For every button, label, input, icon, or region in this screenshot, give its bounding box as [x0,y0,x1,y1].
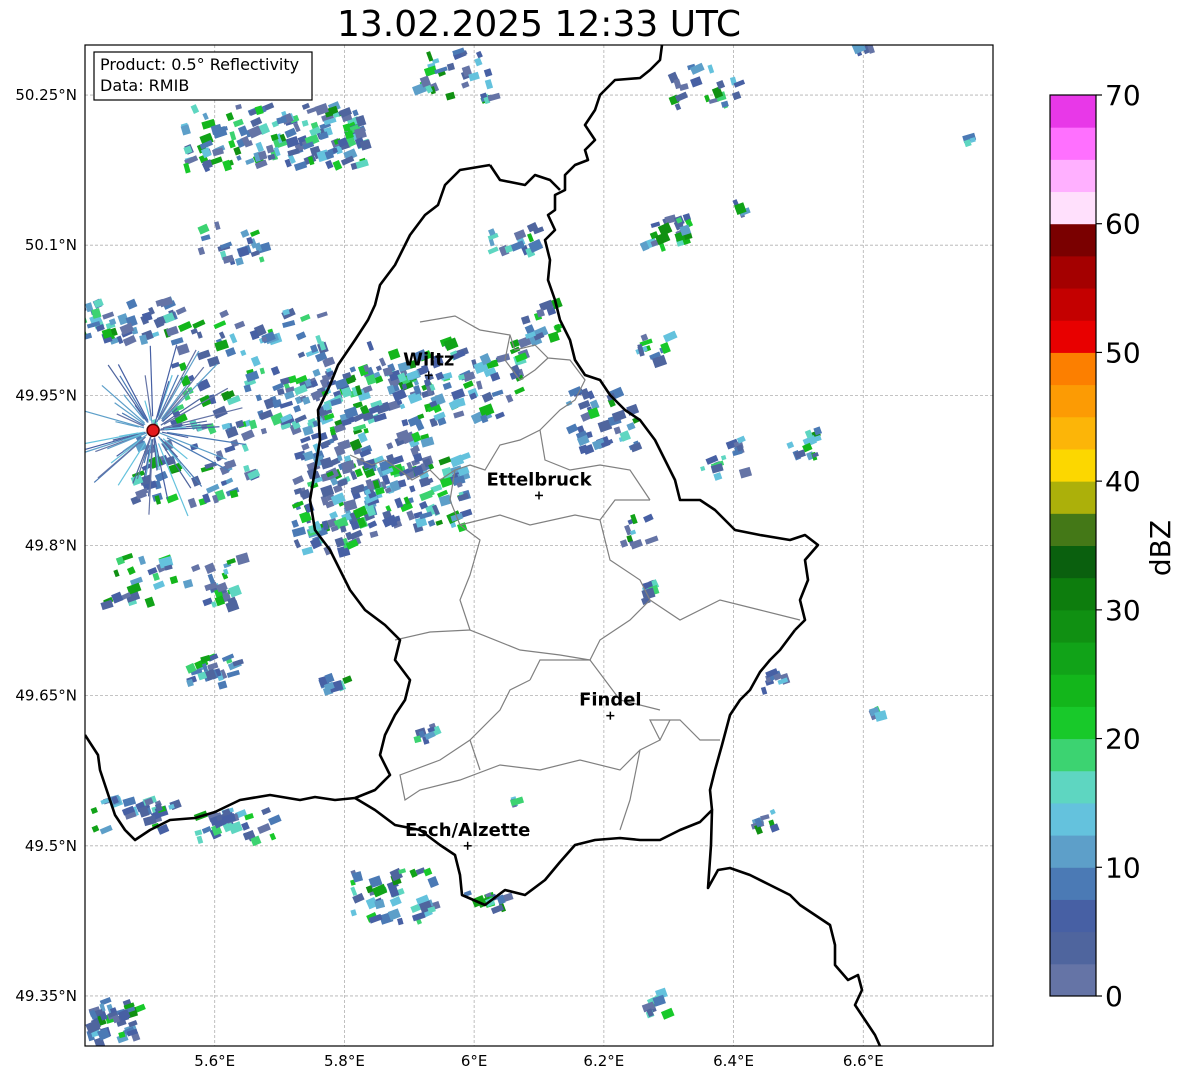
lat-tick-label: 49.5°N [25,837,77,855]
colorbar-bin [1050,931,1096,965]
colorbar-bin [1050,255,1096,289]
colorbar-bin [1050,127,1096,160]
lat-tick-label: 49.65°N [15,687,77,705]
colorbar-bin [1050,352,1096,386]
colorbar-ticks: 0 10 20 30 40 50 60 70 [1096,79,1141,1013]
colorbar-bin [1050,674,1096,707]
colorbar-tick-label: 40 [1105,465,1141,498]
colorbar-bin [1050,159,1096,193]
colorbar-bin [1050,223,1096,257]
info-product: Product: 0.5° Reflectivity [100,55,299,74]
colorbar-tick-label: 20 [1105,723,1141,756]
map-panel: Wiltz Ettelbruck Findel Esch/Alzette Produc… [15,44,994,1070]
radar-site-marker [146,423,160,438]
colorbar-bin [1050,802,1096,836]
lat-tick-label: 50.1°N [25,236,77,254]
city-label: Findel [579,690,642,711]
colorbar-tick-label: 70 [1105,79,1141,112]
echo-cell [73,304,81,315]
info-data-source: Data: RMIB [100,76,189,95]
colorbar-bin [1050,481,1096,514]
lon-tick-label: 5.8°E [324,1052,365,1070]
lon-tick-label: 6.4°E [713,1052,754,1070]
city-label: Wiltz [403,349,454,370]
colorbar-bin [1050,545,1096,579]
colorbar-bin [1050,963,1096,997]
lat-tick-label: 49.95°N [15,386,77,404]
colorbar-tick-label: 60 [1105,208,1141,241]
colorbar-bin [1050,770,1096,804]
colorbar-bin [1050,320,1096,353]
echo-cell [71,329,81,340]
city-label: Ettelbruck [486,469,592,490]
lon-tick-label: 5.6°E [194,1052,235,1070]
lat-tick-label: 49.8°N [25,537,77,555]
lon-tick-label: 6.6°E [843,1052,884,1070]
colorbar-bin [1050,384,1096,418]
colorbar-bin [1050,513,1096,546]
radar-figure: Wiltz Ettelbruck Findel Esch/Alzette Produc… [15,44,1177,1070]
colorbar-tick-label: 30 [1105,594,1141,627]
city-label: Esch/Alzette [405,820,530,841]
colorbar-bins [1050,95,1096,997]
lat-tick-label: 50.25°N [15,86,77,104]
info-box: Product: 0.5° Reflectivity Data: RMIB [93,51,313,101]
colorbar-bin [1050,448,1096,482]
colorbar-tick-label: 0 [1105,980,1123,1013]
lat-tick-label: 49.35°N [15,987,77,1005]
latitude-labels: 50.25°N 50.1°N 49.95°N 49.8°N 49.65°N 49.5°N 4… [15,86,77,1005]
colorbar-bin [1050,416,1096,450]
colorbar-tick-label: 10 [1105,851,1141,884]
colorbar-bin [1050,738,1096,772]
colorbar-label: dBZ [1144,520,1177,576]
colorbar-bin [1050,577,1096,611]
colorbar-bin [1050,609,1096,643]
colorbar-bin [1050,867,1096,900]
colorbar-bin [1050,899,1096,933]
colorbar-tick-label: 50 [1105,336,1141,369]
lon-tick-label: 6.2°E [583,1052,624,1070]
colorbar-bin [1050,642,1096,675]
longitude-labels: 5.6°E 5.8°E 6°E 6.2°E 6.4°E 6.6°E [194,1052,883,1070]
colorbar-bin [1050,95,1096,128]
colorbar-bin [1050,288,1096,321]
colorbar-bin [1050,191,1096,225]
colorbar-bin [1050,706,1096,740]
lon-tick-label: 6°E [461,1052,488,1070]
colorbar-bin [1050,835,1096,868]
colorbar: 0 10 20 30 40 50 60 70 dBZ [1049,79,1177,1013]
